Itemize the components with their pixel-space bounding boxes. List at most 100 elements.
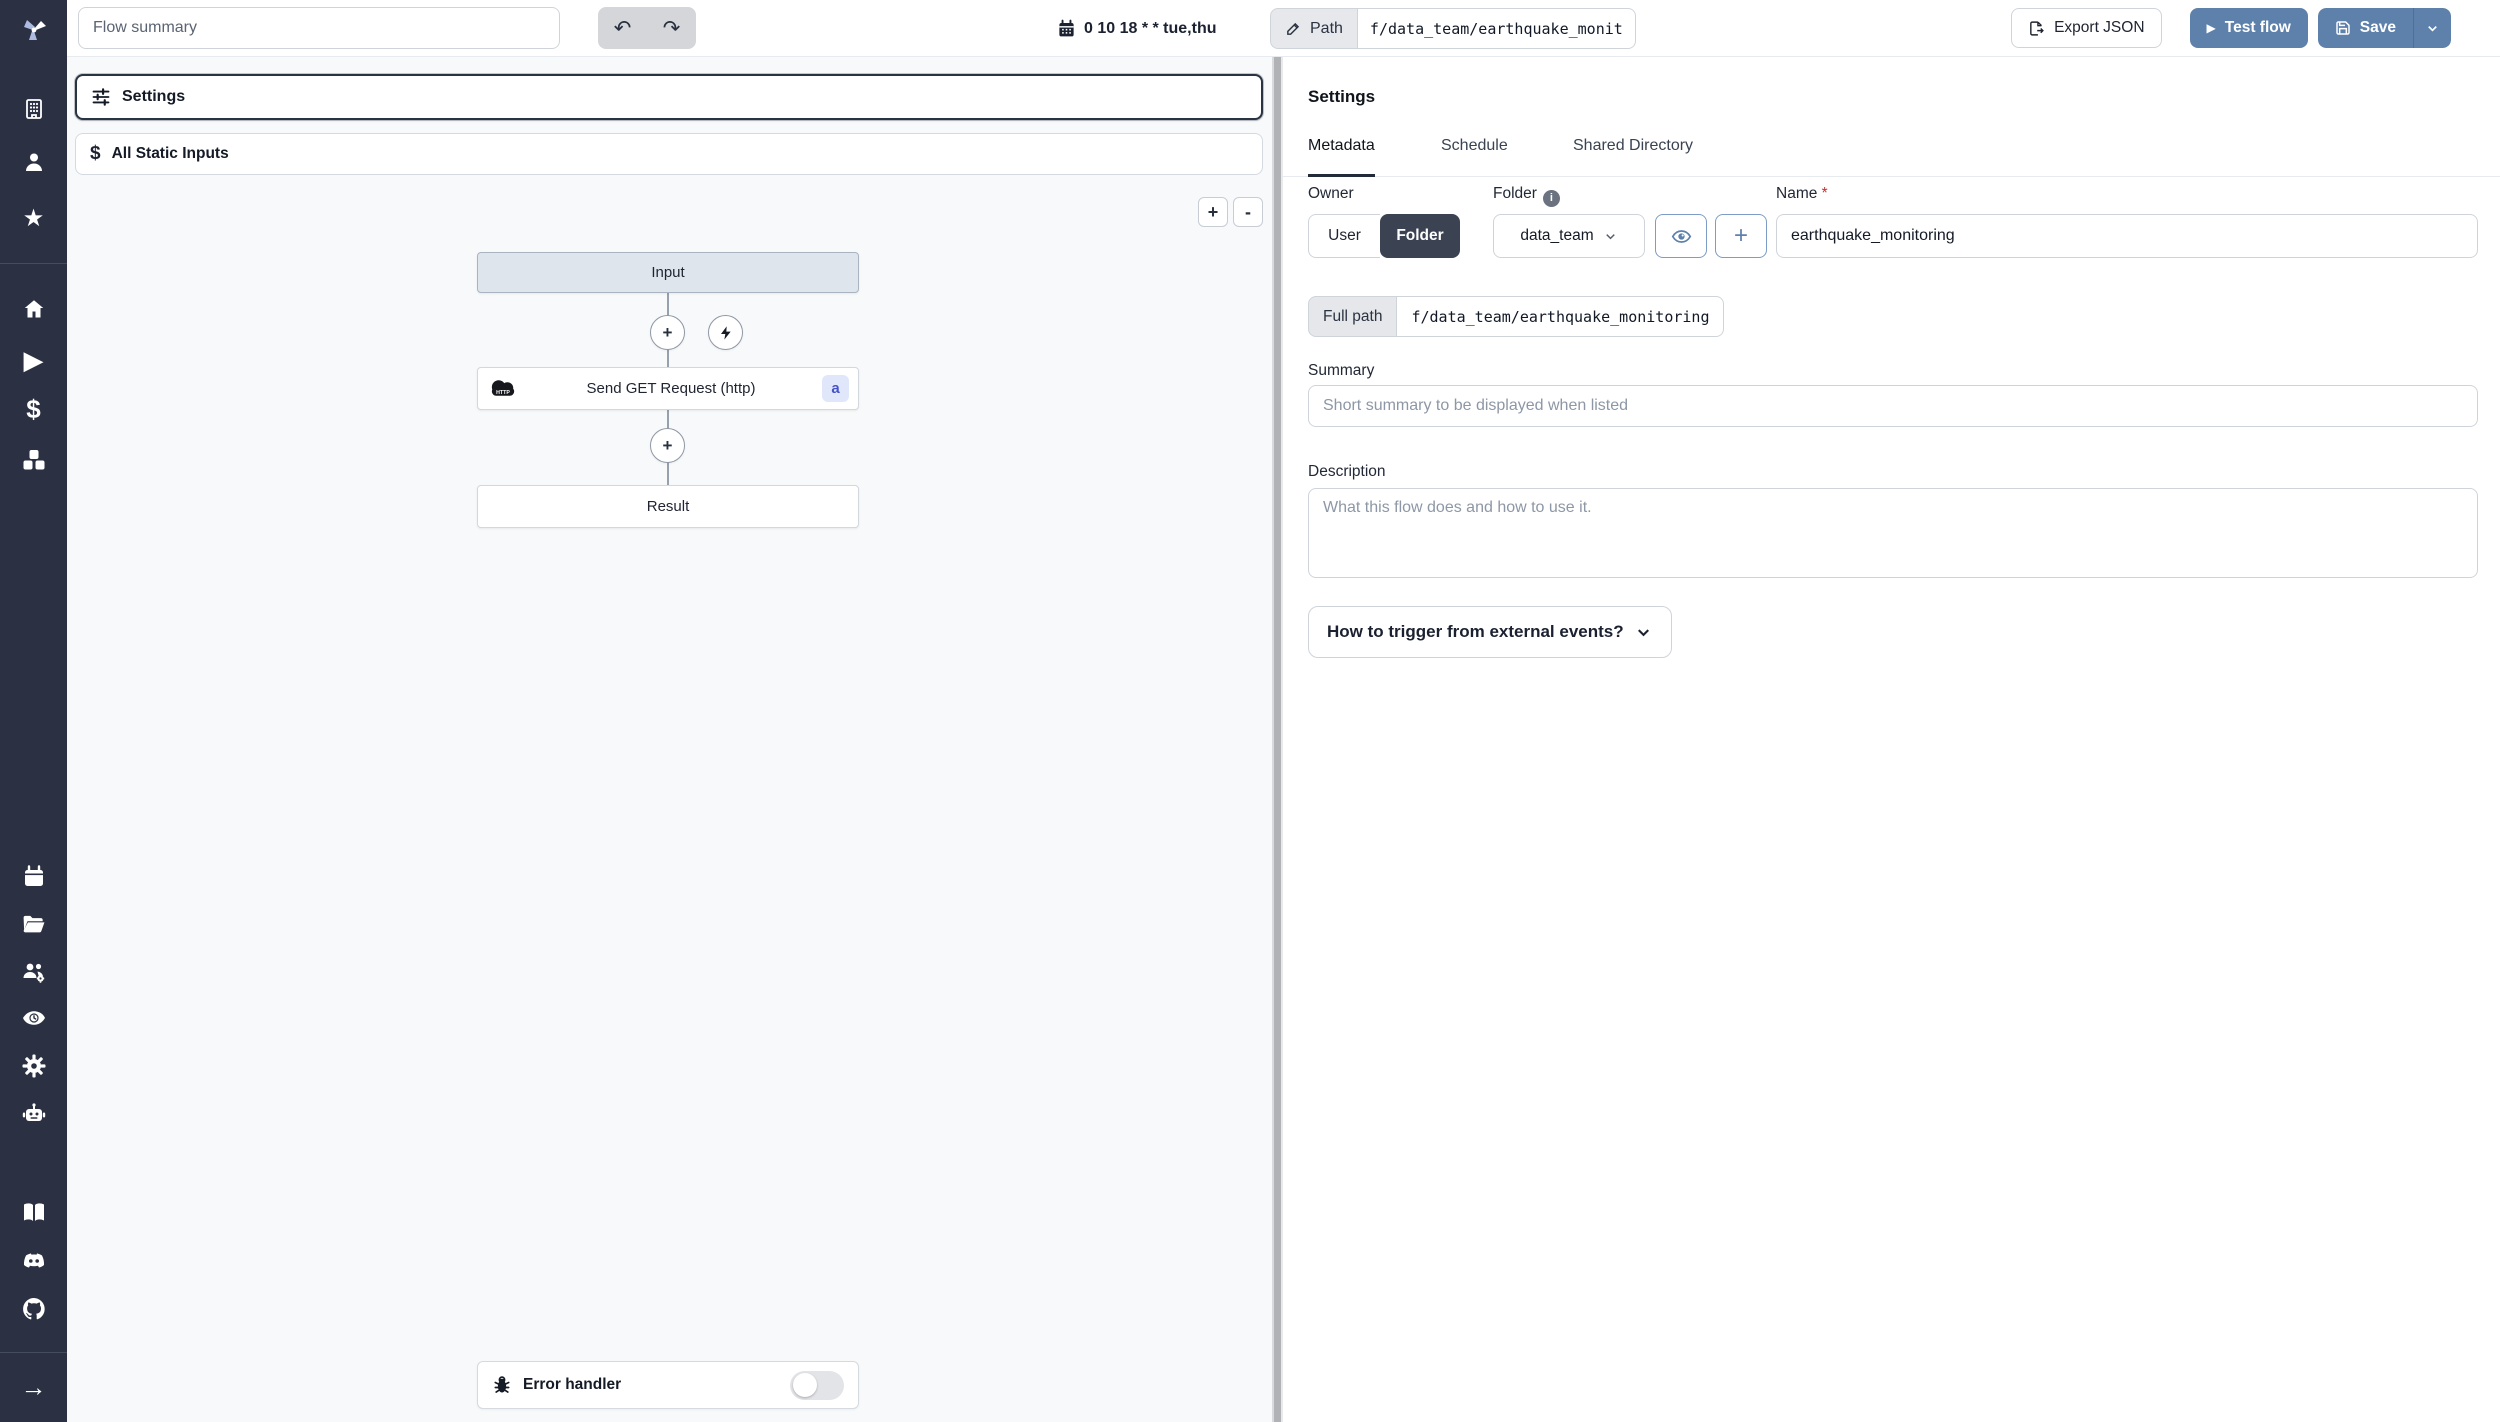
- tab-metadata[interactable]: Metadata: [1308, 131, 1375, 177]
- sidebar-item-settings[interactable]: [0, 1052, 67, 1080]
- flow-path-control[interactable]: Path f/data_team/earthquake_monit: [1270, 8, 1636, 49]
- play-icon: ▶: [2206, 21, 2216, 35]
- settings-tabs: Metadata Schedule Shared Directory: [1283, 131, 2500, 177]
- settings-panel: Settings Metadata Schedule Shared Direct…: [1283, 57, 2500, 1422]
- owner-folder-button[interactable]: Folder: [1380, 214, 1460, 258]
- calendar-icon: [1059, 19, 1074, 37]
- home-icon: [24, 300, 43, 318]
- user-icon: [25, 153, 42, 171]
- schedule-cron-badge[interactable]: 0 10 18 * * tue,thu: [1057, 0, 1217, 57]
- calendar-icon: [24, 865, 43, 886]
- error-handler-toggle[interactable]: [790, 1370, 844, 1400]
- sidebar-item-ai[interactable]: [0, 1100, 67, 1128]
- sidebar-item-user[interactable]: [0, 148, 67, 176]
- pencil-icon: [1287, 22, 1300, 35]
- summary-input[interactable]: [1308, 385, 2478, 427]
- export-json-label: Export JSON: [2054, 19, 2145, 36]
- boxes-icon: [23, 450, 44, 470]
- arrow-right-icon: →: [20, 1372, 47, 1402]
- chevron-down-icon: [1637, 628, 1649, 636]
- sidebar-item-home[interactable]: [0, 295, 67, 323]
- sidebar-item-schedules[interactable]: [0, 862, 67, 890]
- required-asterisk: *: [1821, 185, 1828, 202]
- users-gear-icon: [23, 963, 44, 983]
- sidebar-item-folders[interactable]: [0, 910, 67, 938]
- save-icon: [2336, 21, 2350, 35]
- gear-icon: [22, 1054, 45, 1078]
- robot-icon: [22, 1103, 45, 1121]
- description-textarea[interactable]: [1308, 488, 2478, 578]
- graph-zoom-in-button[interactable]: +: [1198, 197, 1228, 227]
- owner-label: Owner: [1308, 185, 1354, 202]
- sidebar-item-variables[interactable]: $: [0, 395, 67, 423]
- save-dropdown-button[interactable]: [2413, 8, 2451, 48]
- svg-text:HTTP: HTTP: [496, 390, 510, 396]
- eye-clock-icon: [22, 1011, 45, 1025]
- plus-icon: +: [1733, 222, 1748, 249]
- windmill-logo[interactable]: [0, 10, 67, 50]
- sidebar-item-docs[interactable]: [0, 1199, 67, 1227]
- summary-label: Summary: [1308, 362, 1375, 379]
- folder-open-icon: [23, 915, 45, 932]
- export-json-button[interactable]: Export JSON: [2011, 8, 2162, 48]
- input-node[interactable]: Input: [477, 252, 859, 293]
- sidebar-item-workers[interactable]: [0, 958, 67, 986]
- sliders-icon: [92, 88, 110, 106]
- full-path-display: Full path f/data_team/earthquake_monitor…: [1308, 296, 1725, 337]
- undo-redo-group: ↶ ↷: [598, 7, 696, 49]
- name-label: Name *: [1776, 185, 1828, 203]
- redo-button[interactable]: ↷: [647, 7, 696, 49]
- path-label-segment: Path: [1270, 8, 1357, 49]
- sidebar-item-workspace[interactable]: [0, 95, 67, 123]
- insert-step-button[interactable]: +: [650, 428, 685, 463]
- test-flow-button[interactable]: ▶ Test flow: [2189, 8, 2308, 48]
- sidebar-item-github[interactable]: [0, 1295, 67, 1323]
- http-step-node[interactable]: HTTP Send GET Request (http) a: [477, 367, 859, 410]
- flow-editor-topbar: ↶ ↷ 0 10 18 * * tue,thu Path f/data_team…: [67, 0, 2500, 57]
- sidebar-item-runs[interactable]: ▶: [0, 346, 67, 374]
- insert-trigger-button[interactable]: [708, 315, 743, 350]
- all-static-inputs-module[interactable]: $ All Static Inputs: [75, 133, 1263, 175]
- path-value: f/data_team/earthquake_monit: [1356, 8, 1636, 49]
- sidebar-item-resources[interactable]: [0, 446, 67, 474]
- undo-button[interactable]: ↶: [598, 7, 647, 49]
- result-node[interactable]: Result: [477, 485, 859, 528]
- flow-summary-input[interactable]: [78, 7, 560, 49]
- flow-settings-label: Settings: [122, 88, 186, 105]
- tab-shared-directory[interactable]: Shared Directory: [1573, 131, 1693, 177]
- all-static-inputs-label: All Static Inputs: [111, 145, 229, 162]
- sidebar-expand-button[interactable]: →: [0, 1373, 67, 1401]
- windmill-pinwheel-icon: [23, 20, 46, 40]
- owner-user-button[interactable]: User: [1308, 214, 1380, 258]
- discord-icon: [23, 1253, 44, 1268]
- chevron-down-icon: [2428, 25, 2437, 32]
- view-folder-button[interactable]: [1655, 214, 1707, 258]
- bug-icon: [494, 1376, 510, 1393]
- test-flow-label: Test flow: [2224, 19, 2291, 36]
- save-button[interactable]: Save: [2317, 8, 2413, 48]
- input-node-label: Input: [651, 264, 685, 281]
- dollar-icon: $: [90, 143, 101, 164]
- full-path-badge: Full path: [1308, 296, 1397, 337]
- graph-zoom-out-button[interactable]: -: [1233, 197, 1263, 227]
- app-sidebar: ★ ▶ $ →: [0, 0, 67, 1422]
- sidebar-item-favorites[interactable]: ★: [0, 205, 67, 233]
- name-label-text: Name: [1776, 185, 1818, 202]
- cron-expression: 0 10 18 * * tue,thu: [1084, 19, 1217, 37]
- sidebar-item-audit-logs[interactable]: [0, 1004, 67, 1032]
- chevron-down-icon: [1605, 233, 1615, 239]
- external-events-trigger-button[interactable]: How to trigger from external events?: [1308, 606, 1672, 658]
- pane-resize-splitter[interactable]: [1272, 57, 1283, 1422]
- save-label: Save: [2359, 19, 2396, 36]
- save-button-group: Save: [2317, 8, 2451, 48]
- folder-select[interactable]: data_team: [1493, 214, 1645, 258]
- tab-schedule[interactable]: Schedule: [1441, 131, 1508, 177]
- flow-name-input[interactable]: [1776, 214, 2478, 258]
- sidebar-item-discord[interactable]: [0, 1247, 67, 1275]
- insert-step-button[interactable]: +: [650, 315, 685, 350]
- http-step-label: Send GET Request (http): [586, 380, 756, 397]
- new-folder-button[interactable]: +: [1715, 214, 1767, 258]
- folder-label-text: Folder: [1493, 185, 1537, 202]
- flow-settings-module[interactable]: Settings: [75, 74, 1263, 120]
- error-handler-module[interactable]: Error handler: [477, 1361, 859, 1409]
